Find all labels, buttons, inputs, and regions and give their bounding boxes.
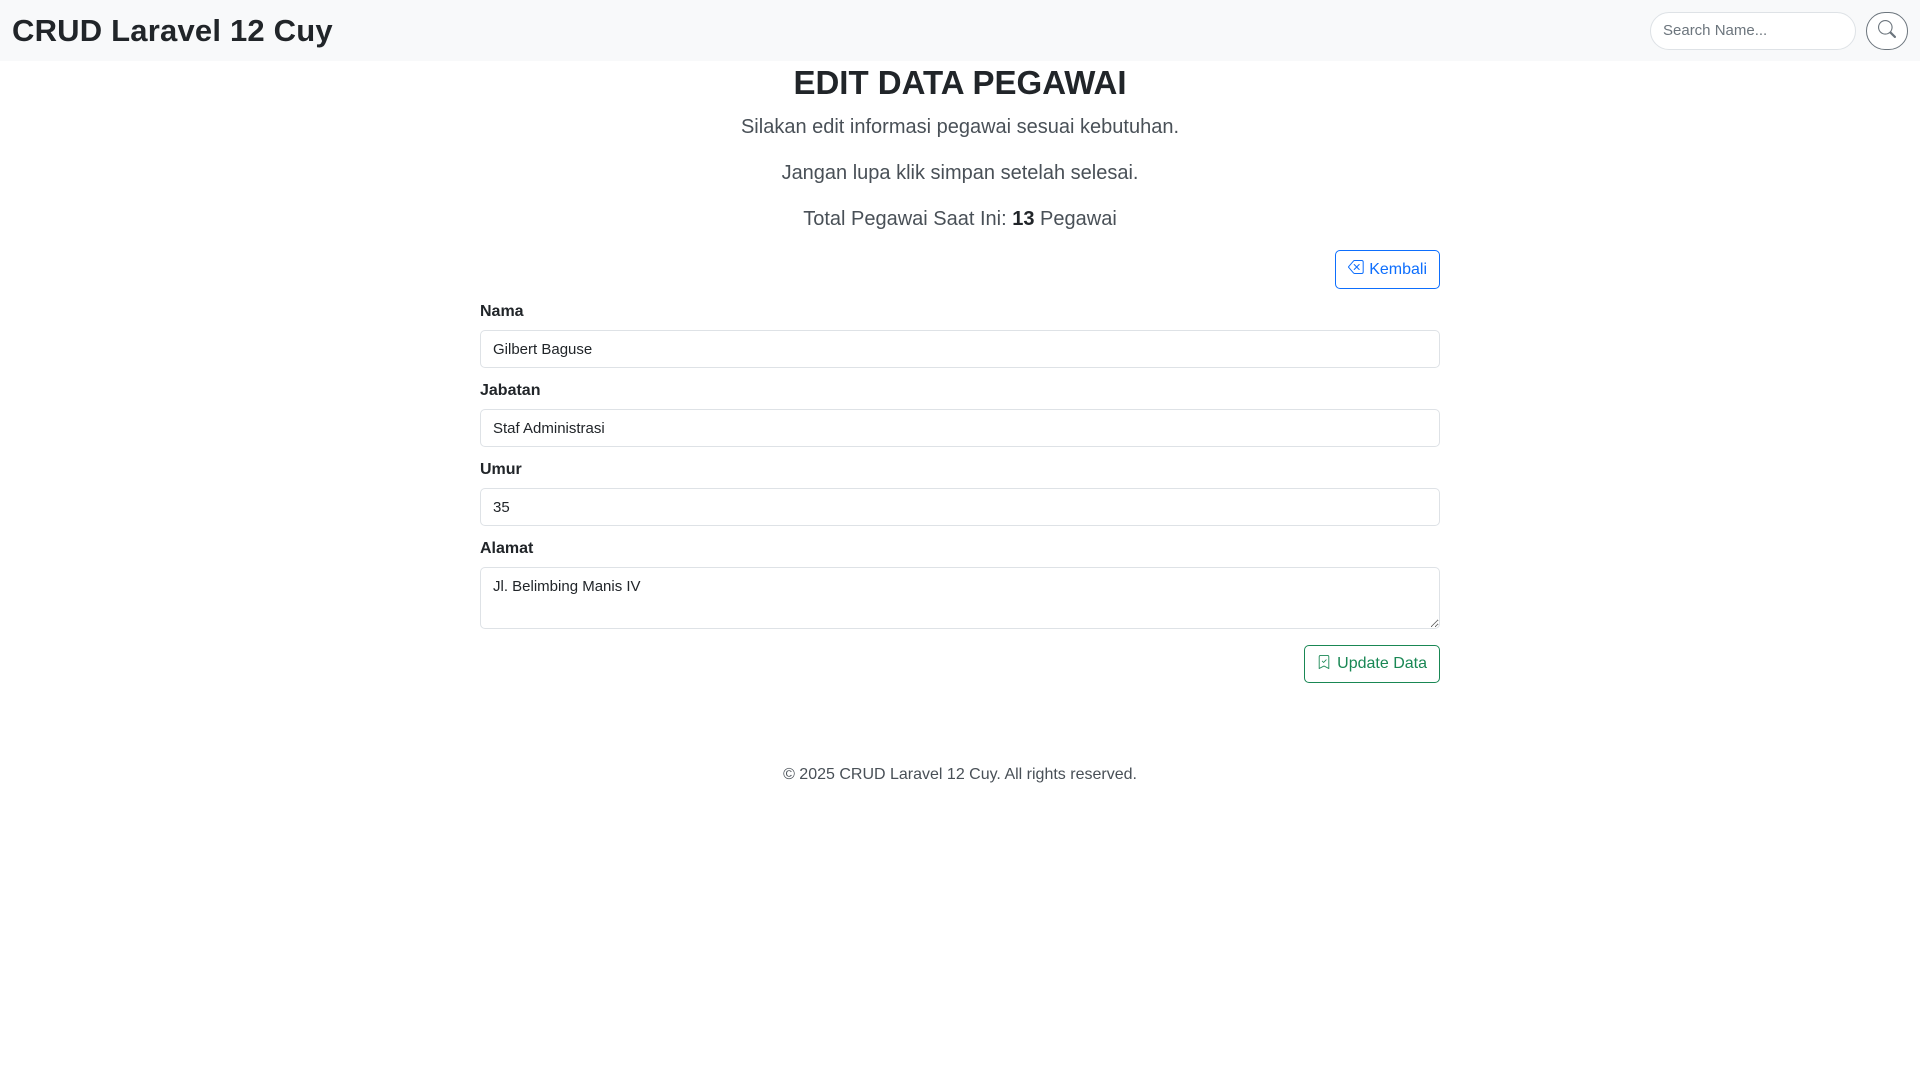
footer-text: © 2025 CRUD Laravel 12 Cuy. All rights r… bbox=[783, 766, 1137, 783]
total-count: 13 bbox=[1012, 208, 1035, 230]
update-data-label: Update Data bbox=[1337, 655, 1427, 672]
back-button[interactable]: Kembali bbox=[1335, 250, 1440, 289]
back-row: Kembali bbox=[480, 250, 1440, 289]
alamat-group: Alamat Jl. Belimbing Manis IV bbox=[480, 536, 1440, 629]
jabatan-input[interactable] bbox=[480, 409, 1440, 447]
bookmark-icon bbox=[1317, 654, 1331, 675]
alamat-textarea[interactable]: Jl. Belimbing Manis IV bbox=[480, 567, 1440, 629]
reminder-text: Jangan lupa klik simpan setelah selesai. bbox=[781, 162, 1139, 184]
jabatan-group: Jabatan bbox=[480, 378, 1440, 447]
nama-group: Nama bbox=[480, 299, 1440, 368]
total-suffix: Pegawai bbox=[1034, 208, 1117, 230]
intro-text: Silakan edit informasi pegawai sesuai ke… bbox=[740, 116, 1180, 138]
total-prefix: Total Pegawai Saat Ini: bbox=[803, 208, 1013, 230]
umur-input[interactable] bbox=[480, 488, 1440, 526]
search-button[interactable] bbox=[1866, 11, 1908, 50]
search-form bbox=[1650, 11, 1908, 50]
backspace-icon bbox=[1348, 259, 1364, 280]
page-title: EDIT DATA PEGAWAI bbox=[793, 64, 1127, 101]
submit-row: Update Data bbox=[480, 645, 1440, 683]
umur-group: Umur bbox=[480, 457, 1440, 526]
navbar: CRUD Laravel 12 Cuy bbox=[0, 0, 1920, 61]
alamat-label: Alamat bbox=[480, 540, 534, 557]
main-content: EDIT DATA PEGAWAI Silakan edit informasi… bbox=[480, 61, 1440, 683]
footer: © 2025 CRUD Laravel 12 Cuy. All rights r… bbox=[0, 763, 1920, 787]
nama-input[interactable] bbox=[480, 330, 1440, 368]
employee-total: Total Pegawai Saat Ini: 13 Pegawai bbox=[480, 205, 1440, 233]
search-icon bbox=[1877, 20, 1896, 41]
nama-label: Nama bbox=[480, 303, 524, 320]
update-data-button[interactable]: Update Data bbox=[1304, 645, 1440, 683]
search-input[interactable] bbox=[1650, 11, 1856, 50]
edit-employee-form: Nama Jabatan Umur Alamat Jl. Belimbing M… bbox=[480, 299, 1440, 683]
jabatan-label: Jabatan bbox=[480, 382, 541, 399]
umur-label: Umur bbox=[480, 461, 522, 478]
back-button-label: Kembali bbox=[1369, 260, 1427, 278]
navbar-brand[interactable]: CRUD Laravel 12 Cuy bbox=[12, 13, 333, 49]
